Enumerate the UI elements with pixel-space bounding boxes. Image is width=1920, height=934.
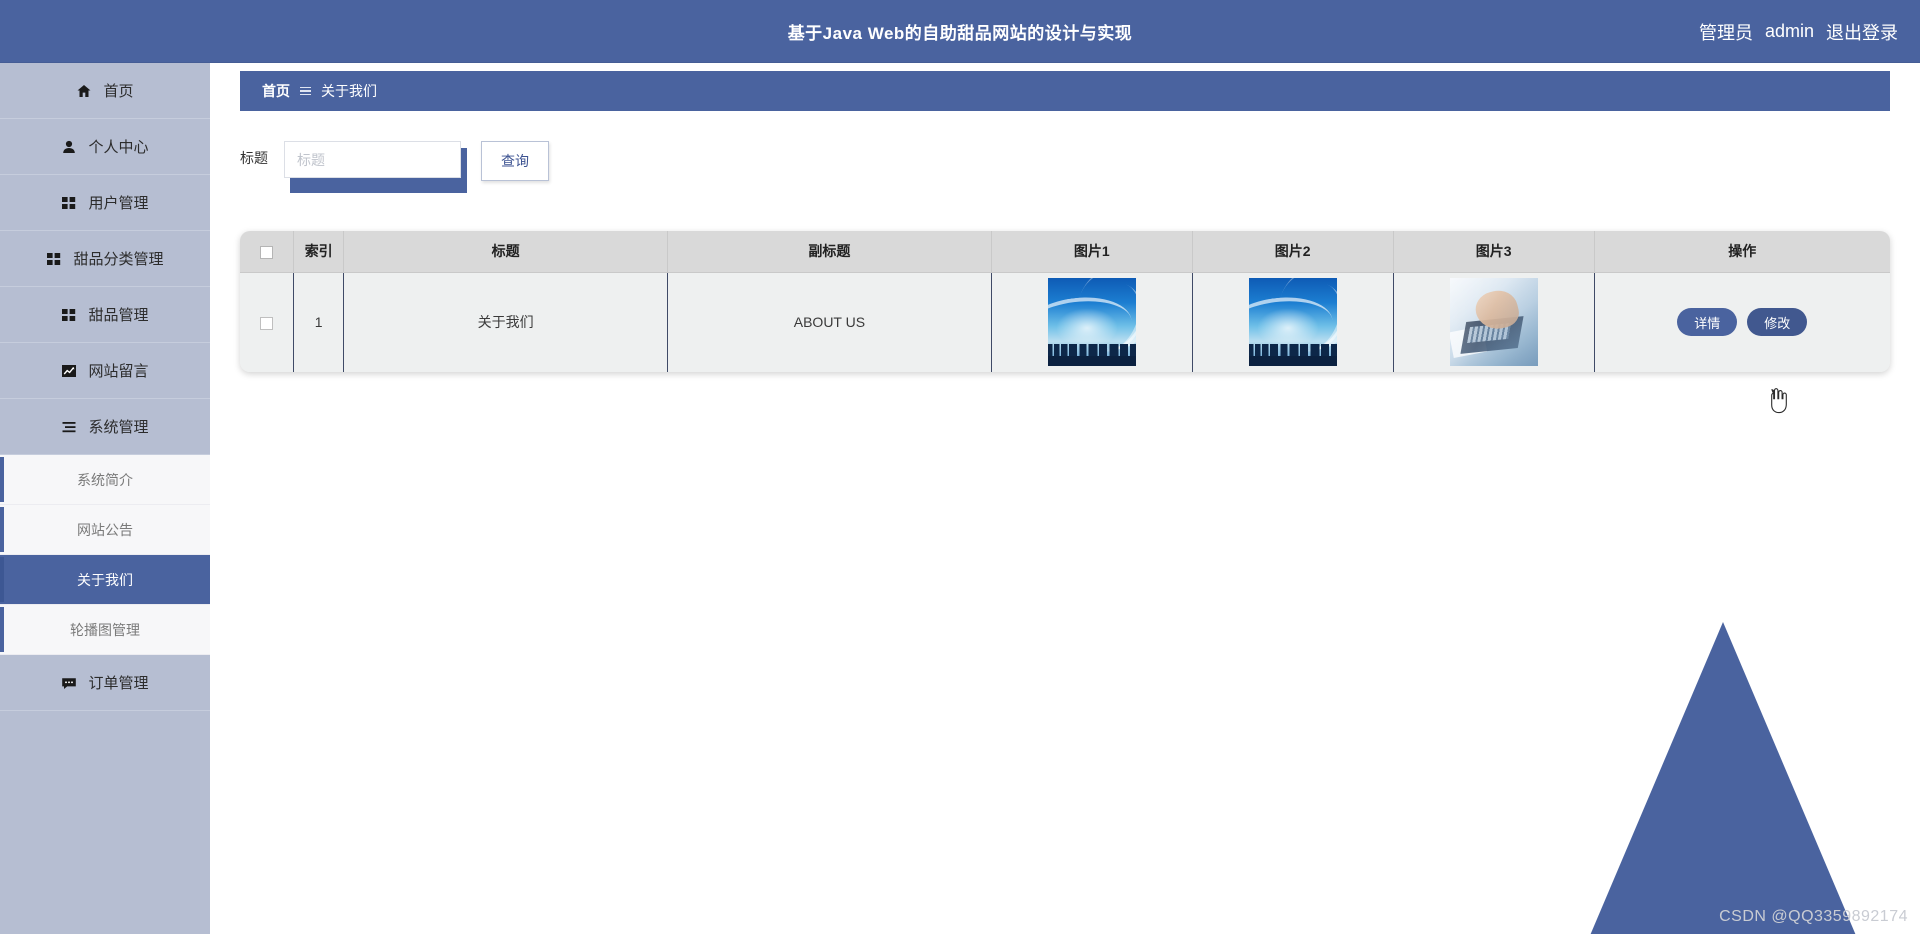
column-header-actions: 操作 — [1594, 231, 1890, 273]
row-checkbox[interactable] — [260, 317, 274, 331]
sidebar-item-label: 网站留言 — [88, 363, 149, 380]
sidebar-item-profile[interactable]: 个人中心 — [0, 119, 210, 175]
sidebar-item-label: 订单管理 — [88, 675, 149, 692]
sidebar-item-label: 个人中心 — [88, 139, 149, 156]
sidebar-item-home[interactable]: 首页 — [0, 63, 210, 119]
column-header-title: 标题 — [343, 231, 669, 273]
data-table-card: 索引 标题 副标题 图片1 图片2 图片3 操作 1 关于我们 ABOUT US… — [240, 231, 1890, 372]
submenu-item-label: 网站公告 — [77, 521, 133, 538]
column-header-image1: 图片1 — [991, 231, 1193, 273]
sidebar-item-system-management[interactable]: 系统管理 — [0, 399, 210, 455]
search-input[interactable] — [284, 141, 461, 178]
submenu-item-system-intro[interactable]: 系统简介 — [0, 455, 210, 505]
detail-button[interactable]: 详情 — [1677, 308, 1738, 337]
table-header-row: 索引 标题 副标题 图片1 图片2 图片3 操作 — [240, 231, 1890, 273]
table-body: 1 关于我们 ABOUT US 详情 修改 — [240, 272, 1890, 372]
sidebar-item-label: 系统管理 — [88, 419, 149, 436]
grid-icon — [61, 195, 77, 211]
chart-icon — [61, 363, 77, 379]
home-icon — [76, 83, 92, 99]
table-row: 1 关于我们 ABOUT US 详情 修改 — [240, 272, 1890, 372]
breadcrumb: 首页 关于我们 — [240, 71, 1890, 111]
column-header-index: 索引 — [293, 231, 345, 273]
select-all-header — [240, 231, 295, 273]
sidebar-item-user-management[interactable]: 用户管理 — [0, 175, 210, 231]
submenu-item-about-us[interactable]: 关于我们 — [0, 555, 210, 605]
user-area: 管理员 admin 退出登录 — [1699, 0, 1898, 63]
breadcrumb-current: 关于我们 — [321, 83, 377, 99]
grid-icon — [46, 251, 62, 267]
sidebar-item-label: 甜品分类管理 — [73, 251, 164, 268]
list-icon — [61, 419, 77, 435]
username: admin — [1764, 21, 1814, 41]
menu-icon — [300, 86, 311, 96]
submenu-item-label: 轮播图管理 — [70, 621, 140, 638]
column-header-image3: 图片3 — [1393, 231, 1595, 273]
message-icon — [61, 675, 77, 691]
search-button[interactable]: 查询 — [481, 141, 549, 181]
top-header: 基于Java Web的自助甜品网站的设计与实现 管理员 admin 退出登录 — [0, 0, 1920, 63]
cell-subtitle: ABOUT US — [667, 272, 992, 372]
submenu-system-management: 系统简介 网站公告 关于我们 轮播图管理 — [0, 455, 210, 655]
search-input-wrap — [284, 141, 467, 193]
cell-index: 1 — [293, 272, 345, 372]
sidebar-item-dessert-category[interactable]: 甜品分类管理 — [0, 231, 210, 287]
page-root: 基于Java Web的自助甜品网站的设计与实现 管理员 admin 退出登录 首… — [0, 0, 1920, 934]
column-header-image2: 图片2 — [1192, 231, 1394, 273]
breadcrumb-home[interactable]: 首页 — [262, 81, 290, 101]
row-actions: 详情 修改 — [1596, 308, 1889, 337]
image3-thumbnail[interactable] — [1449, 278, 1538, 367]
logout-button[interactable]: 退出登录 — [1826, 19, 1898, 45]
cell-image1 — [991, 272, 1193, 372]
submenu-item-site-notice[interactable]: 网站公告 — [0, 505, 210, 555]
sidebar-item-label: 甜品管理 — [88, 307, 149, 324]
data-table: 索引 标题 副标题 图片1 图片2 图片3 操作 1 关于我们 ABOUT US… — [240, 231, 1890, 372]
search-label: 标题 — [240, 150, 268, 166]
sidebar-item-label: 首页 — [103, 83, 134, 100]
grid-icon — [61, 307, 77, 323]
sidebar-item-label: 用户管理 — [88, 195, 149, 212]
submenu-item-label: 关于我们 — [77, 571, 133, 588]
sidebar-item-order-management[interactable]: 订单管理 — [0, 655, 210, 711]
edit-button[interactable]: 修改 — [1747, 308, 1808, 337]
column-header-subtitle: 副标题 — [667, 231, 992, 273]
submenu-item-carousel[interactable]: 轮播图管理 — [0, 605, 210, 655]
search-bar: 标题 查询 — [210, 141, 1920, 211]
cell-image3 — [1393, 272, 1595, 372]
user-role: 管理员 — [1698, 22, 1753, 43]
cell-title: 关于我们 — [343, 272, 669, 372]
triangle-watermark-shape — [1583, 622, 1863, 934]
watermark-text: CSDN @QQ3359892174 — [1719, 908, 1908, 925]
row-select-cell — [240, 272, 295, 372]
sidebar-item-site-message[interactable]: 网站留言 — [0, 343, 210, 399]
submenu-item-label: 系统简介 — [77, 471, 133, 488]
user-icon — [61, 139, 77, 155]
cell-actions: 详情 修改 — [1594, 272, 1890, 372]
page-title: 基于Java Web的自助甜品网站的设计与实现 — [787, 24, 1133, 43]
image2-thumbnail[interactable] — [1248, 278, 1337, 367]
table-head: 索引 标题 副标题 图片1 图片2 图片3 操作 — [240, 231, 1890, 273]
cell-image2 — [1192, 272, 1394, 372]
select-all-checkbox[interactable] — [260, 246, 274, 260]
sidebar: 首页 个人中心 用户管理 甜品分类管理 甜品管理 网站留言 系统管理 系统简介 … — [0, 63, 210, 934]
image1-thumbnail[interactable] — [1047, 278, 1136, 367]
sidebar-item-dessert-management[interactable]: 甜品管理 — [0, 287, 210, 343]
